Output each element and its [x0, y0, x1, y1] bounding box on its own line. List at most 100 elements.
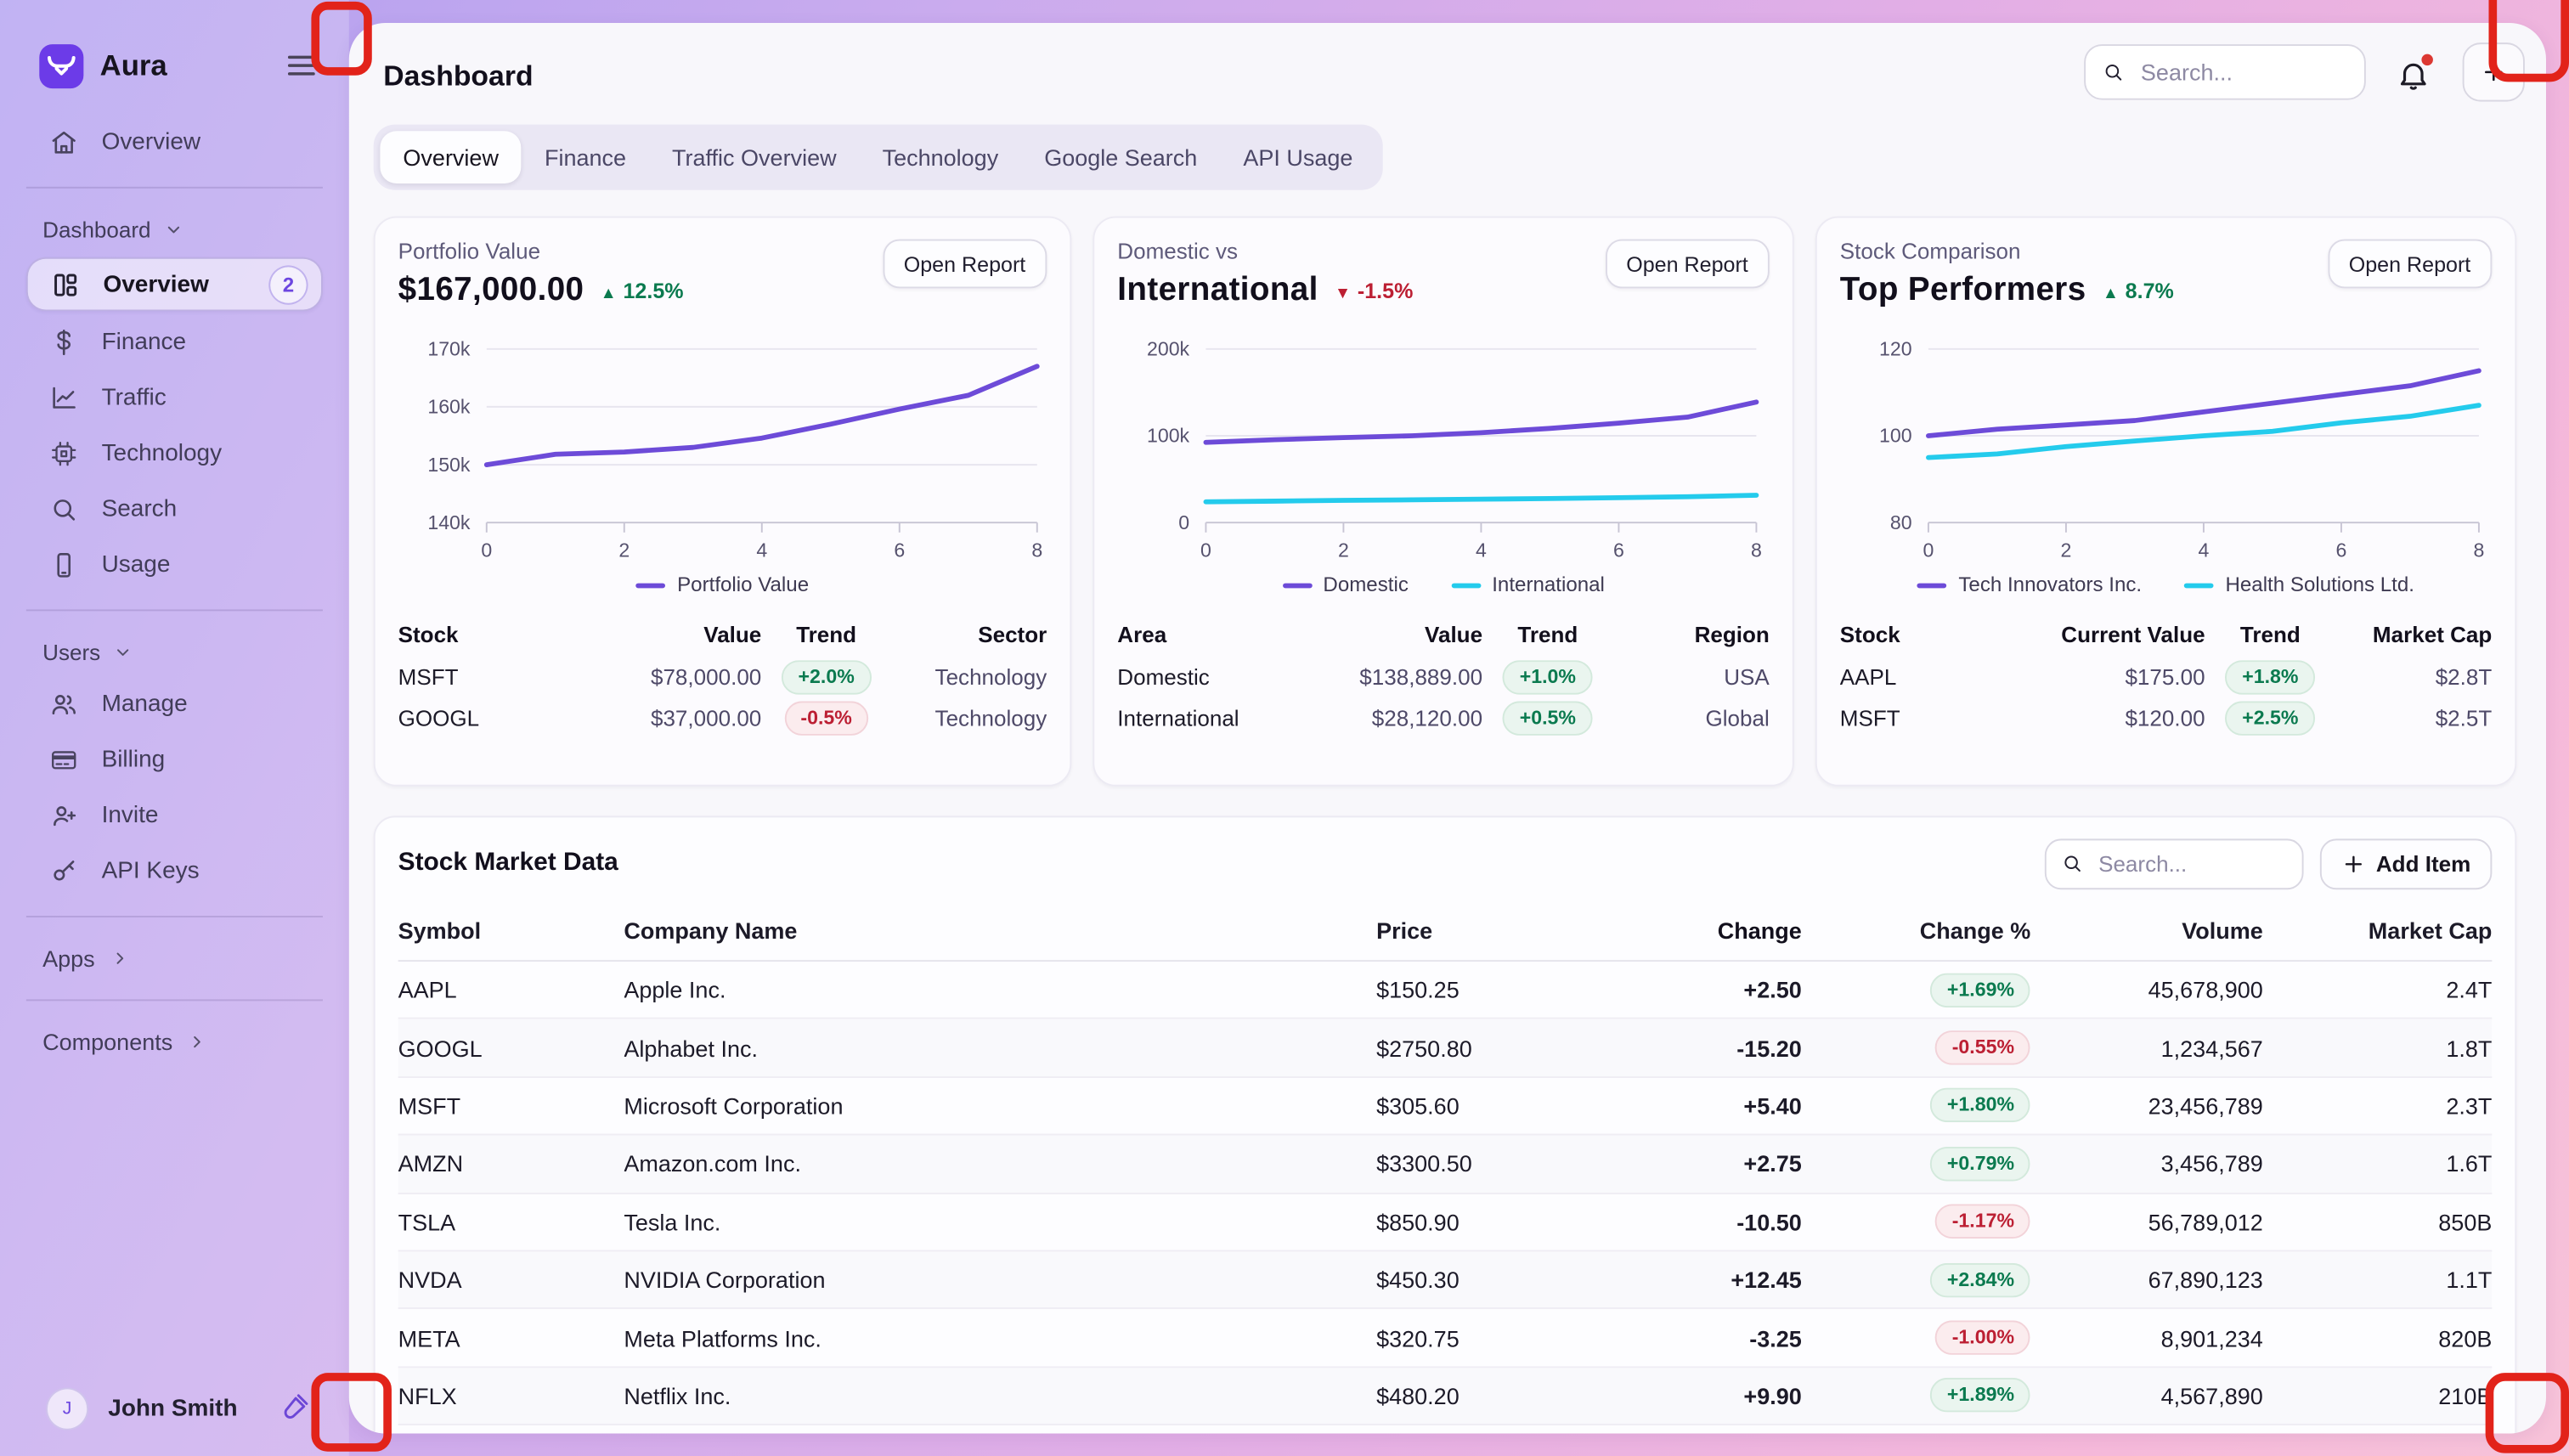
sidebar-item-billing[interactable]: Billing [0, 732, 349, 788]
table-search-input[interactable] [2095, 849, 2288, 878]
section-toggle-users[interactable]: Users [0, 628, 349, 677]
mini-table-row[interactable]: AAPL$175.00+1.8%$2.8T [1840, 657, 2493, 697]
stock-toolbar: Stock Market Data Add Item [375, 817, 2515, 899]
section-toggle-dashboard[interactable]: Dashboard [0, 205, 349, 254]
chart-area: 140k150k160k170k02468 [398, 323, 1047, 573]
trend-arrow-icon: ▼ [1335, 285, 1351, 303]
dollar-icon [49, 328, 79, 358]
mini-table: StockValueTrendSectorMSFT$78,000.00+2.0%… [398, 612, 1047, 738]
divider [26, 916, 323, 917]
svg-text:120: 120 [1879, 337, 1912, 359]
search-icon [2062, 850, 2084, 877]
tab-api-usage[interactable]: API Usage [1220, 131, 1375, 183]
chart-area: 8010012002468 [1840, 323, 2493, 573]
sidebar-link-apps[interactable]: Apps [0, 934, 349, 983]
trend-arrow-icon: ▲ [2103, 285, 2119, 303]
sidebar-item-technology[interactable]: Technology [0, 426, 349, 482]
legend-swatch [1917, 583, 1947, 588]
svg-text:100k: 100k [1147, 425, 1190, 447]
global-search[interactable] [2084, 44, 2366, 100]
sidebar-item-overview[interactable]: Overview2 [26, 257, 323, 312]
open-report-button[interactable]: Open Report [1605, 240, 1770, 289]
mini-table: StockCurrent ValueTrendMarket CapAAPL$17… [1840, 612, 2493, 738]
card-value: Top Performers [1840, 272, 2086, 309]
table-row[interactable]: TSLATesla Inc.$850.90-10.50-1.17%56,789,… [398, 1194, 2493, 1251]
chart-area: 0100k200k02468 [1117, 323, 1770, 573]
sidebar-item-label: Overview [102, 129, 201, 155]
svg-text:6: 6 [2335, 539, 2346, 562]
svg-text:4: 4 [756, 539, 767, 562]
table-row[interactable]: AMZNAmazon.com Inc.$3300.50+2.75+0.79%3,… [398, 1136, 2493, 1194]
table-search[interactable] [2045, 838, 2304, 889]
add-item-button[interactable]: Add Item [2320, 838, 2492, 889]
change-pct-pill: +1.80% [1931, 1088, 2031, 1123]
open-report-button[interactable]: Open Report [2328, 240, 2493, 289]
credit-card-icon [49, 745, 79, 775]
sidebar-link-components[interactable]: Components [0, 1018, 349, 1067]
sidebar-item-invite[interactable]: Invite [0, 788, 349, 844]
tab-technology[interactable]: Technology [860, 131, 1022, 183]
user-name: John Smith [108, 1396, 277, 1422]
sidebar-item-finance[interactable]: Finance [0, 314, 349, 370]
tab-finance[interactable]: Finance [522, 131, 649, 183]
brand: Aura [0, 39, 349, 92]
tab-overview[interactable]: Overview [380, 131, 522, 183]
open-report-button[interactable]: Open Report [883, 240, 1047, 289]
legend-item: Portfolio Value [636, 573, 809, 596]
table-row[interactable]: GOOGLAlphabet Inc.$2750.80-15.20-0.55%1,… [398, 1019, 2493, 1077]
sidebar-item-usage[interactable]: Usage [0, 538, 349, 594]
legend-swatch [2184, 583, 2214, 588]
card-trend: ▲12.5% [601, 279, 684, 303]
chevron-down-icon [112, 641, 135, 663]
mini-table: AreaValueTrendRegionDomestic$138,889.00+… [1117, 612, 1770, 738]
mini-table-row[interactable]: MSFT$120.00+2.5%$2.5T [1840, 698, 2493, 739]
card-value: $167,000.00 [398, 272, 584, 309]
mini-table-header: AreaValueTrendRegion [1117, 612, 1770, 657]
sidebar-item-label: Manage [102, 691, 188, 718]
user-row[interactable]: J John Smith [0, 1387, 349, 1430]
tab-google-search[interactable]: Google Search [1021, 131, 1220, 183]
legend-swatch [1451, 583, 1481, 588]
svg-text:6: 6 [894, 539, 905, 562]
card-trend: ▼-1.5% [1335, 279, 1413, 303]
trend-pill: -0.5% [784, 701, 868, 735]
mini-table-row[interactable]: International$28,120.00+0.5%Global [1117, 698, 1770, 739]
svg-text:2: 2 [1338, 539, 1349, 562]
add-item-label: Add Item [2376, 851, 2470, 876]
svg-text:150k: 150k [427, 454, 471, 476]
sidebar-item-label: Traffic [102, 385, 167, 411]
brand-name: Aura [100, 48, 284, 82]
mini-table-row[interactable]: GOOGL$37,000.00-0.5%Technology [398, 698, 1047, 739]
legend-item: Tech Innovators Inc. [1917, 573, 2142, 596]
sidebar-link-label: Components [42, 1029, 172, 1055]
theme-brush-icon[interactable] [277, 1392, 310, 1425]
svg-text:0: 0 [1923, 539, 1934, 562]
sidebar-item-label: Finance [102, 330, 187, 356]
mini-table-row[interactable]: Domestic$138,889.00+1.0%USA [1117, 657, 1770, 697]
annotation-box [2488, 0, 2569, 82]
plus-icon [2341, 851, 2366, 876]
sidebar-item-manage[interactable]: Manage [0, 676, 349, 732]
sidebar-item-traffic[interactable]: Traffic [0, 370, 349, 426]
tab-bar: OverviewFinanceTraffic OverviewTechnolog… [374, 125, 1382, 190]
svg-text:2: 2 [2060, 539, 2071, 562]
stock-market-data-card: Stock Market Data Add Item SymbolCompany… [374, 815, 2517, 1433]
svg-text:100: 100 [1879, 425, 1912, 447]
table-row[interactable]: NFLXNetflix Inc.$480.20+9.90+1.89%4,567,… [398, 1368, 2493, 1425]
sidebar-item-api-keys[interactable]: API Keys [0, 844, 349, 900]
sidebar-item-label: API Keys [102, 859, 200, 885]
tab-traffic-overview[interactable]: Traffic Overview [649, 131, 860, 183]
table-row[interactable]: AAPLApple Inc.$150.25+2.50+1.69%45,678,9… [398, 962, 2493, 1019]
table-row[interactable]: METAMeta Platforms Inc.$320.75-3.25-1.00… [398, 1310, 2493, 1368]
line-chart: 0100k200k02468 [1117, 323, 1770, 565]
sidebar-item-search[interactable]: Search [0, 482, 349, 538]
mini-table-row[interactable]: MSFT$78,000.00+2.0%Technology [398, 657, 1047, 697]
stat-cards: Portfolio Value $167,000.00 ▲12.5% Open Rep… [374, 217, 2517, 787]
table-row[interactable]: MSFTMicrosoft Corporation$305.60+5.40+1.… [398, 1078, 2493, 1136]
table-row[interactable]: NVDANVIDIA Corporation$450.30+12.45+2.84… [398, 1251, 2493, 1309]
chart-legend: DomesticInternational [1117, 573, 1770, 596]
search-input[interactable] [2137, 57, 2348, 87]
avatar: J [46, 1387, 88, 1430]
sidebar-item-overview[interactable]: Overview [0, 115, 349, 171]
legend-swatch [636, 583, 666, 588]
